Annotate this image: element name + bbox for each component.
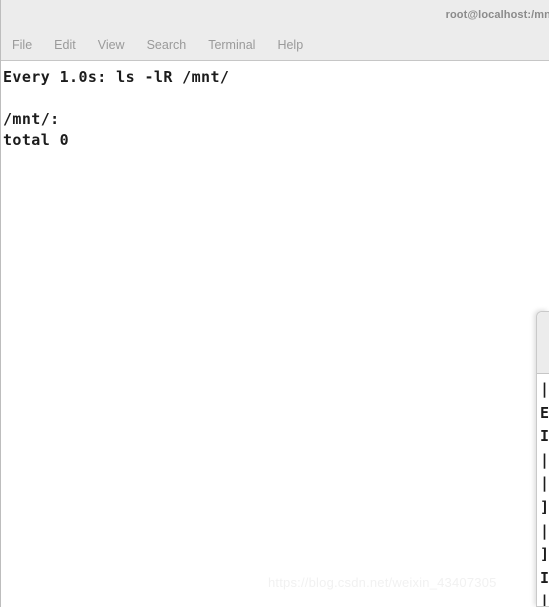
terminal-window-header: root@localhost:/mn File Edit View Search… — [1, 0, 549, 61]
terminal-output-area[interactable]: Every 1.0s: ls -lR /mnt/ /mnt/: total 0 — [1, 61, 549, 607]
terminal-titlebar[interactable]: root@localhost:/mn — [1, 0, 549, 30]
terminal-line: | — [540, 450, 549, 469]
terminal-line: I — [540, 568, 549, 587]
background-terminal-header[interactable] — [537, 312, 549, 374]
terminal-line: /mnt/: — [3, 110, 60, 128]
terminal-line: E — [540, 403, 549, 422]
main-terminal-window: root@localhost:/mn File Edit View Search… — [0, 0, 549, 607]
window-title: root@localhost:/mn — [445, 9, 549, 21]
terminal-line: Every 1.0s: ls -lR /mnt/ — [3, 68, 230, 86]
menu-bar: File Edit View Search Terminal Help — [1, 30, 549, 60]
menu-item-file[interactable]: File — [12, 38, 32, 52]
terminal-line: I — [540, 427, 549, 446]
menu-item-view[interactable]: View — [98, 38, 125, 52]
menu-item-terminal[interactable]: Terminal — [208, 38, 255, 52]
menu-item-help[interactable]: Help — [277, 38, 303, 52]
terminal-line: | — [540, 380, 549, 398]
terminal-line: | — [540, 592, 549, 606]
terminal-line: ] — [540, 545, 549, 564]
terminal-line: | — [540, 474, 549, 493]
terminal-line: total 0 — [3, 131, 70, 149]
terminal-line: | — [540, 521, 549, 540]
background-terminal-output-area[interactable]: | E I | | ] | ] I | — [537, 375, 549, 606]
background-terminal-window[interactable]: | E I | | ] | ] I | — [536, 311, 549, 607]
menu-item-edit[interactable]: Edit — [54, 38, 76, 52]
terminal-line: ] — [540, 497, 549, 516]
menu-item-search[interactable]: Search — [147, 38, 187, 52]
